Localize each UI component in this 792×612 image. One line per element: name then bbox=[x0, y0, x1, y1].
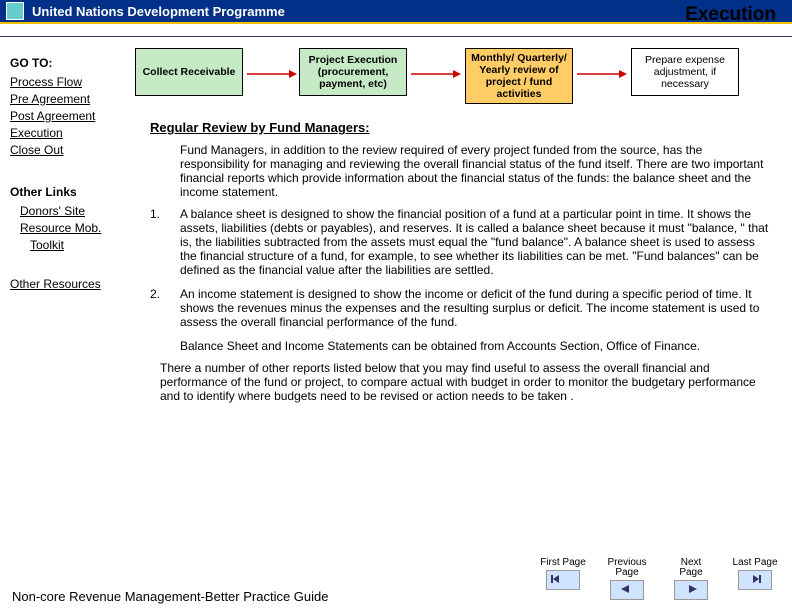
blue-rule bbox=[0, 36, 792, 37]
footer-title: Non-core Revenue Management-Better Pract… bbox=[12, 589, 329, 604]
prev-page-icon bbox=[610, 580, 644, 600]
sidebar: GO TO: Process Flow Pre Agreement Post A… bbox=[10, 50, 126, 293]
subhead: Regular Review by Fund Managers: bbox=[150, 120, 770, 135]
nav-last[interactable]: Last Page bbox=[732, 558, 778, 600]
link-donors-site[interactable]: Donors' Site bbox=[20, 203, 126, 220]
list-text: A balance sheet is designed to show the … bbox=[180, 207, 770, 277]
nav-label: Last Page bbox=[732, 558, 778, 568]
arrow-icon bbox=[577, 70, 627, 78]
link-pre-agreement[interactable]: Pre Agreement bbox=[10, 91, 126, 108]
list-item-2: 2. An income statement is designed to sh… bbox=[150, 287, 770, 329]
nav-prev[interactable]: Previous Page bbox=[604, 558, 650, 600]
other-links-heading: Other Links bbox=[10, 185, 126, 199]
link-toolkit[interactable]: Toolkit bbox=[30, 237, 126, 254]
link-resource-mob[interactable]: Resource Mob. bbox=[20, 220, 126, 237]
flow-box-execution: Project Execution (procurement, payment,… bbox=[299, 48, 407, 96]
list-item-1: 1. A balance sheet is designed to show t… bbox=[150, 207, 770, 277]
link-other-resources[interactable]: Other Resources bbox=[10, 276, 126, 293]
flow-box-review: Monthly/ Quarterly/ Yearly review of pro… bbox=[465, 48, 573, 104]
nav-next[interactable]: Next Page bbox=[668, 558, 714, 600]
gold-rule bbox=[0, 22, 792, 24]
link-post-agreement[interactable]: Post Agreement bbox=[10, 108, 126, 125]
nav-label: First Page bbox=[540, 558, 586, 568]
header-bar: United Nations Development Programme bbox=[0, 0, 792, 22]
intro-para: Fund Managers, in addition to the review… bbox=[180, 143, 770, 199]
undp-logo bbox=[6, 2, 24, 20]
nav-first[interactable]: First Page bbox=[540, 558, 586, 600]
link-close-out[interactable]: Close Out bbox=[10, 142, 126, 159]
link-process-flow[interactable]: Process Flow bbox=[10, 74, 126, 91]
para-4: There a number of other reports listed b… bbox=[160, 361, 770, 403]
first-page-icon bbox=[546, 570, 580, 590]
page-title: Execution bbox=[685, 4, 776, 26]
page-nav: First Page Previous Page Next Page Last … bbox=[540, 558, 778, 600]
flow-box-adjust: Prepare expense adjustment, if necessary bbox=[631, 48, 739, 96]
last-page-icon bbox=[738, 570, 772, 590]
goto-heading: GO TO: bbox=[10, 56, 126, 70]
arrow-icon bbox=[247, 70, 297, 78]
header-title: United Nations Development Programme bbox=[32, 4, 285, 19]
list-number: 1. bbox=[150, 207, 180, 277]
main-content: Regular Review by Fund Managers: Fund Ma… bbox=[150, 120, 770, 411]
list-text: An income statement is designed to show … bbox=[180, 287, 770, 329]
nav-label: Next Page bbox=[668, 558, 714, 578]
arrow-icon bbox=[411, 70, 461, 78]
flow-box-collect: Collect Receivable bbox=[135, 48, 243, 96]
next-page-icon bbox=[674, 580, 708, 600]
link-execution[interactable]: Execution bbox=[10, 125, 126, 142]
flow-diagram: Collect Receivable Project Execution (pr… bbox=[135, 48, 785, 118]
para-3: Balance Sheet and Income Statements can … bbox=[180, 339, 770, 353]
nav-label: Previous Page bbox=[604, 558, 650, 578]
list-number: 2. bbox=[150, 287, 180, 329]
